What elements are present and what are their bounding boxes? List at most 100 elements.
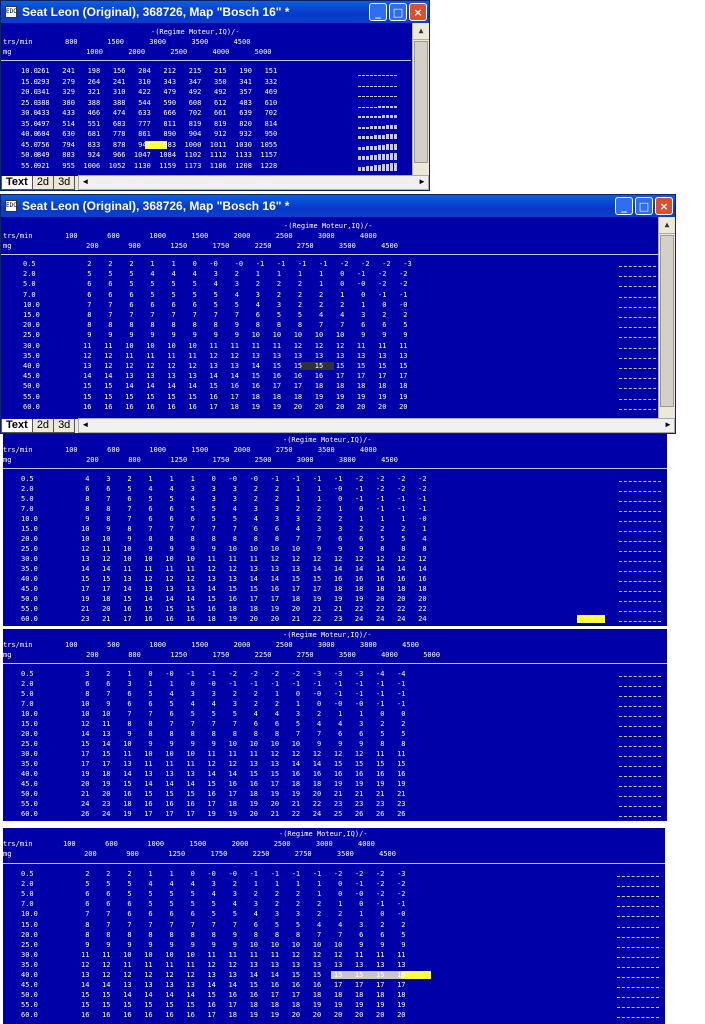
scroll-thumb[interactable] <box>414 41 428 163</box>
map-row: 14 13 9 8 8 8 8 8 8 8 7 7 6 6 5 5 <box>81 730 406 738</box>
row-bar <box>619 378 661 380</box>
map-row: 16 16 16 16 16 16 17 18 19 19 20 20 20 2… <box>83 402 408 411</box>
map-row: 8 8 8 8 8 8 8 9 8 8 8 7 7 6 6 5 <box>81 930 406 939</box>
row-bar <box>619 746 661 748</box>
mg-axis-label: 60.0 <box>21 615 38 623</box>
row-bar <box>619 786 661 788</box>
map-row: 604 630 681 778 861 890 904 912 932 950 <box>37 130 278 138</box>
tab-2d[interactable]: 2d <box>31 176 55 190</box>
horizontal-scrollbar[interactable]: ◄ ► <box>78 418 675 433</box>
axis-title: -(Regime Moteur,IQ)/- <box>279 830 368 838</box>
mg-axis-label: 40.0 <box>21 770 38 778</box>
map-row: 9 9 9 9 9 9 9 9 10 10 10 10 10 9 9 9 <box>81 940 406 949</box>
row-bar <box>619 736 661 738</box>
map-text-view[interactable]: -(Regime Moteur,IQ)/- trs/min 800 1500 3… <box>1 23 414 176</box>
scroll-thumb[interactable] <box>660 235 674 407</box>
mg-axis-label: 20.0 <box>21 730 38 738</box>
map-row: 15 15 14 14 14 14 15 16 16 17 17 18 18 1… <box>83 382 408 391</box>
map-row: 6 6 5 4 4 3 3 3 2 2 1 1 -0 -1 -2 -2 -2 <box>81 485 427 493</box>
tab-3d[interactable]: 3d <box>53 176 76 190</box>
view-tabs: Text 2d 3d ◄ ► <box>1 418 675 433</box>
mg-axis-label: 30.0 <box>21 750 38 758</box>
map-panel-3[interactable]: -(Regime Moteur,IQ)/- trs/min 100 600 10… <box>3 434 667 626</box>
close-button[interactable]: × <box>655 197 673 215</box>
row-bar <box>617 997 659 999</box>
map-row: 6 6 6 5 5 5 5 4 3 2 2 2 1 0 -1 -1 <box>83 290 408 299</box>
map-panel-5[interactable]: -(Regime Moteur,IQ)/- trs/min 100 600 10… <box>3 828 665 1024</box>
unit-side: mg <box>3 651 12 659</box>
vertical-scrollbar[interactable]: ▲ <box>412 23 429 176</box>
tab-text[interactable]: Text <box>1 419 33 433</box>
rpm-axis-row-2: 200 800 1250 1750 2250 2750 3500 4000 50… <box>65 651 441 659</box>
row-bar <box>617 926 659 929</box>
minimize-button[interactable]: _ <box>369 3 387 21</box>
mg-axis-label: 60.0 <box>23 402 40 411</box>
row-bar <box>617 946 659 949</box>
map-row: 15 15 15 15 15 15 16 17 18 18 18 19 19 1… <box>83 392 408 401</box>
map-row: 16 16 16 16 16 16 17 18 19 19 20 20 20 2… <box>81 1011 406 1020</box>
row-bar <box>619 816 661 818</box>
scroll-left-arrow-icon[interactable]: ◄ <box>79 419 91 431</box>
mg-axis-label: 7.0 <box>21 700 34 708</box>
mg-axis-label: 45.0 <box>21 585 38 593</box>
window-title: Seat Leon (Original), 368726, Map "Bosch… <box>22 5 290 19</box>
row-bar <box>619 347 661 350</box>
maximize-button[interactable]: □ <box>635 197 653 215</box>
scroll-right-arrow-icon[interactable]: ► <box>662 419 674 431</box>
map-row: 7 7 6 6 6 6 5 5 4 3 2 2 2 1 0 -0 <box>83 300 408 309</box>
header-divider <box>1 60 411 61</box>
map-row: 6 6 3 1 1 0 -0 -1 -1 -1 -1 -1 -1 -1 -1 -… <box>81 680 406 688</box>
row-bar <box>619 591 661 593</box>
row-bar <box>619 408 661 411</box>
map-row: 24 23 18 16 16 16 17 18 19 20 21 22 23 2… <box>81 800 406 808</box>
map-row: 21 20 16 15 15 15 16 18 18 19 20 21 21 2… <box>81 605 427 613</box>
header-divider <box>3 663 667 664</box>
vertical-scrollbar[interactable]: ▲ <box>658 217 675 419</box>
axis-title: -(Regime Moteur,IQ)/- <box>284 222 373 230</box>
tab-text[interactable]: Text <box>1 176 33 190</box>
tab-3d[interactable]: 3d <box>53 419 76 433</box>
horizontal-scrollbar[interactable]: ◄ ► <box>78 175 429 190</box>
mg-axis-label: 45.0 <box>23 372 40 381</box>
map-row: 5 5 5 4 4 4 3 2 1 1 1 1 0 -1 -2 -2 <box>81 880 406 889</box>
mg-axis-label: 50.0 <box>23 382 40 391</box>
mg-axis-label: 2.0 <box>21 680 34 688</box>
map-text-view[interactable]: -(Regime Moteur,IQ)/- trs/min 100 600 10… <box>1 217 661 419</box>
scroll-up-arrow-icon[interactable]: ▲ <box>413 23 429 40</box>
scroll-right-arrow-icon[interactable]: ► <box>416 176 428 188</box>
scroll-left-arrow-icon[interactable]: ◄ <box>79 176 91 188</box>
close-button[interactable]: × <box>409 3 427 21</box>
scroll-up-arrow-icon[interactable]: ▲ <box>659 217 675 234</box>
map-row: 14 14 13 13 13 13 14 14 15 16 16 16 17 1… <box>81 981 406 990</box>
maximize-button[interactable]: □ <box>389 3 407 21</box>
mg-axis-label: 55.0 <box>21 800 38 808</box>
map-row: 15 15 14 14 14 14 15 16 16 17 17 18 18 1… <box>81 991 406 1000</box>
axis-title: -(Regime Moteur,IQ)/- <box>283 436 372 444</box>
map-row: 13 12 12 12 12 12 13 13 14 15 15 15 15 1… <box>83 362 408 370</box>
map-row: 15 14 10 9 9 9 9 10 10 10 10 9 9 9 8 8 <box>81 740 406 748</box>
map-panel-4[interactable]: -(Regime Moteur,IQ)/- trs/min 100 500 10… <box>3 629 667 821</box>
rpm-axis-row-1: 100 500 1000 1500 2000 2500 3000 3800 45… <box>65 641 420 649</box>
tab-2d[interactable]: 2d <box>31 419 55 433</box>
map-row: 261 241 198 156 204 212 215 215 190 151 <box>37 67 278 75</box>
minimize-button[interactable]: _ <box>615 197 633 215</box>
mg-axis-label: 35.0 <box>21 760 38 768</box>
row-bar <box>619 696 661 698</box>
map-row: 12 12 11 11 11 11 12 12 13 13 13 13 13 1… <box>83 351 408 360</box>
mg-axis-label: 55.0 <box>23 392 40 401</box>
rpm-axis-row-2: 200 900 1250 1750 2250 2750 3500 4500 <box>63 850 396 858</box>
row-bar <box>619 521 661 523</box>
mg-axis-label: 25.0 <box>21 98 38 107</box>
row-bar <box>619 266 661 268</box>
mg-axis-label: 7.0 <box>21 900 34 909</box>
row-bar <box>619 337 661 339</box>
rpm-axis-row-1: 100 600 1000 1500 2000 2750 3500 4000 <box>65 446 377 454</box>
map-row: 17 15 11 10 10 10 11 11 11 12 12 12 12 1… <box>81 750 406 758</box>
window-title: Seat Leon (Original), 368726, Map "Bosch… <box>22 199 290 213</box>
row-bar <box>619 306 661 309</box>
row-bar <box>619 327 661 329</box>
title-bar-2[interactable]: EDC Seat Leon (Original), 368726, Map "B… <box>1 195 675 217</box>
title-bar-1[interactable]: EDC Seat Leon (Original), 368726, Map "B… <box>1 1 429 23</box>
mg-axis-label: 10.0 <box>21 710 38 718</box>
map-window-2: EDC Seat Leon (Original), 368726, Map "B… <box>0 194 676 434</box>
